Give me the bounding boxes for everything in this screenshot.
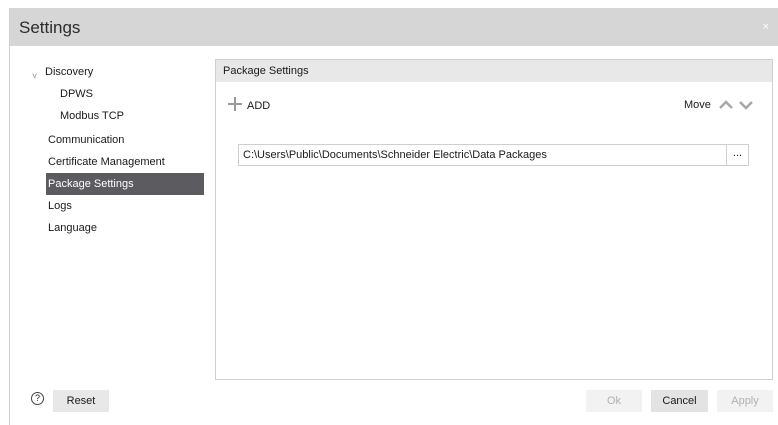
apply-button[interactable]: Apply <box>717 390 773 412</box>
browse-button[interactable]: ... <box>726 145 748 165</box>
move-down-button[interactable] <box>738 96 754 114</box>
chevron-down-icon <box>739 101 753 110</box>
ok-button[interactable]: Ok <box>586 390 642 412</box>
nav-item-discovery[interactable]: Discovery <box>45 61 93 83</box>
cancel-button[interactable]: Cancel <box>651 390 708 412</box>
move-up-button[interactable] <box>718 96 734 114</box>
settings-dialog: Settings × ˅ Discovery DPWS Modbus TCP C… <box>9 8 778 425</box>
package-path-row[interactable]: C:\Users\Public\Documents\Schneider Elec… <box>238 144 749 166</box>
nav-item-modbus-tcp[interactable]: Modbus TCP <box>60 105 124 127</box>
chevron-down-icon[interactable]: ˅ <box>32 71 37 81</box>
nav-item-communication[interactable]: Communication <box>48 129 124 151</box>
panel-header: Package Settings <box>216 60 772 82</box>
nav-item-language[interactable]: Language <box>48 217 97 239</box>
window-title: Settings <box>19 18 81 37</box>
add-label: ADD <box>247 100 271 112</box>
reset-button[interactable]: Reset <box>53 390 109 412</box>
package-settings-panel: Package Settings ADD Move C:\Users\Publi… <box>215 59 773 380</box>
chevron-up-icon <box>719 100 733 109</box>
add-button[interactable]: ADD <box>228 96 270 116</box>
move-label: Move <box>684 99 711 111</box>
plus-icon <box>228 97 242 111</box>
nav-item-certificate-management[interactable]: Certificate Management <box>48 151 165 173</box>
help-icon[interactable]: ? <box>31 392 44 405</box>
nav-item-logs[interactable]: Logs <box>48 195 72 217</box>
nav-item-dpws[interactable]: DPWS <box>60 83 93 105</box>
close-icon[interactable]: × <box>763 21 769 33</box>
nav-item-package-settings[interactable]: Package Settings <box>46 173 204 195</box>
package-path-value[interactable]: C:\Users\Public\Documents\Schneider Elec… <box>243 145 547 165</box>
title-bar: Settings × <box>10 8 778 46</box>
